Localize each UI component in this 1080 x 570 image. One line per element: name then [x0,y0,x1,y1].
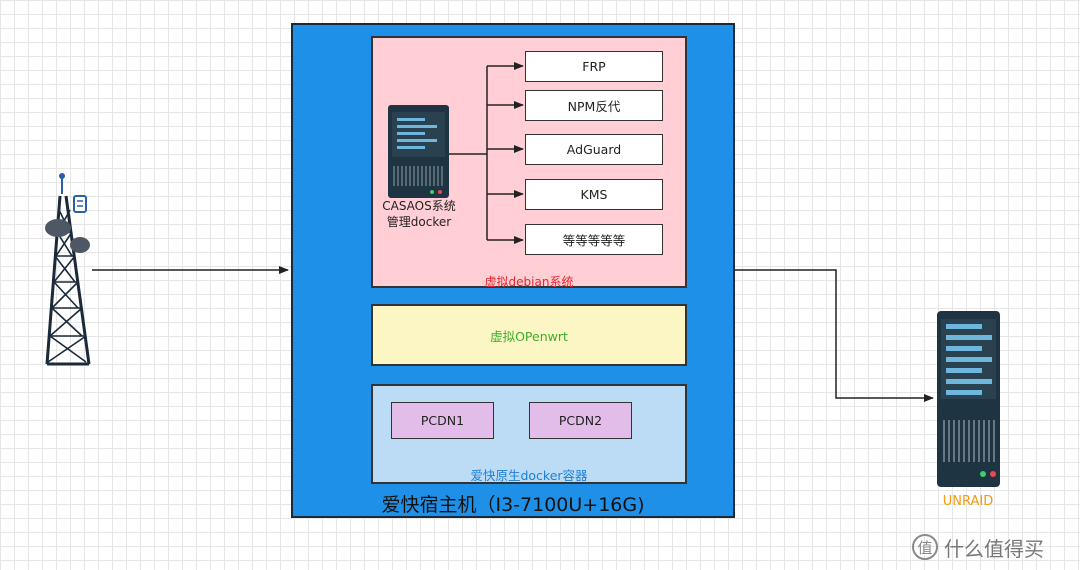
diagram-connectors [45,62,1000,487]
cell-tower-icon [45,173,91,366]
host-to-unraid-arrow [735,269,934,402]
unraid-label: UNRAID [942,494,994,509]
watermark-text: 什么值得买 [944,536,1044,561]
server-icon [388,105,449,198]
smzdm-logo-icon: 值 [912,534,938,560]
server-icon [937,311,1000,487]
casaos-to-services-arrows [448,62,524,244]
watermark: 值 什么值得买 [912,532,1077,562]
